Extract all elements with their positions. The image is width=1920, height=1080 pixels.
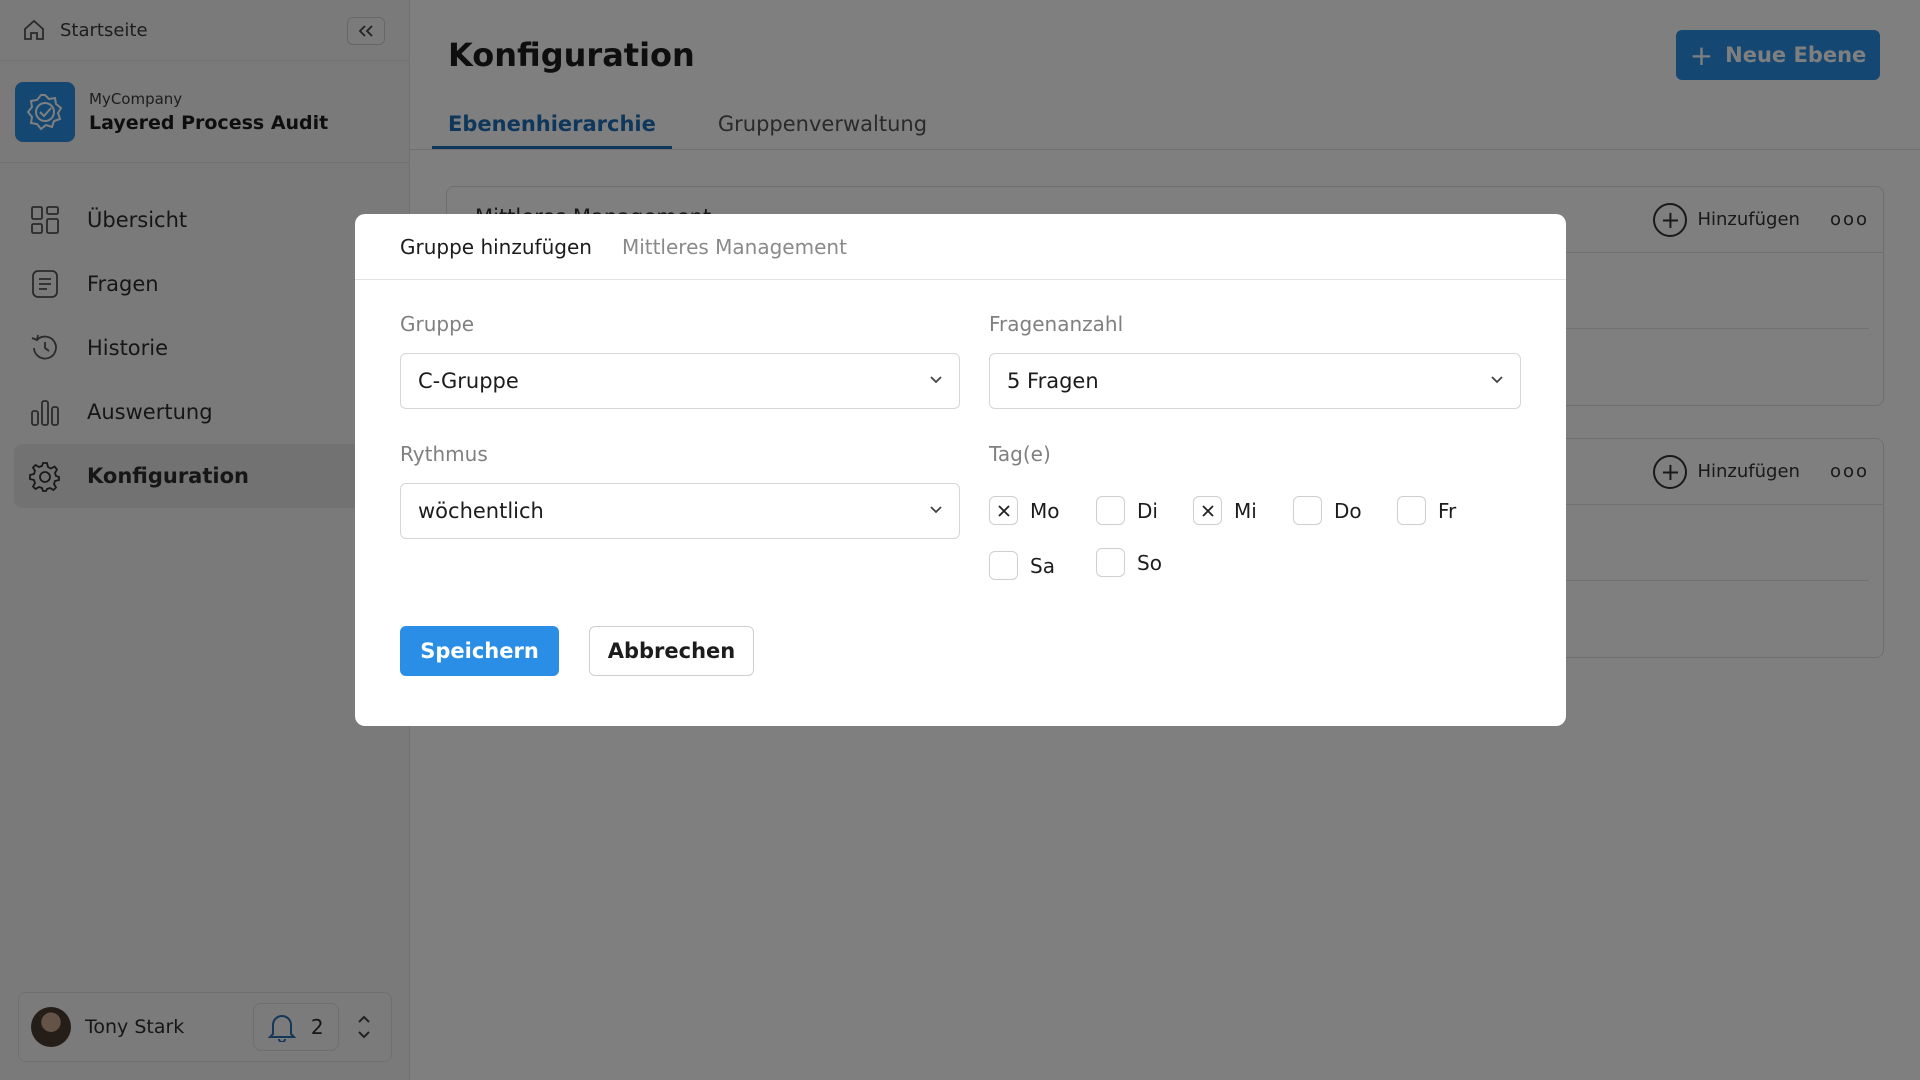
day-checkbox-di[interactable]: Di [1096,496,1158,525]
chevron-down-icon [930,376,942,384]
x-check-icon [1201,504,1214,517]
day-checkbox-do[interactable]: Do [1293,496,1362,525]
question-count-select[interactable]: 5 Fragen [989,353,1521,409]
checkbox[interactable] [1096,496,1125,525]
rhythm-select[interactable]: wöchentlich [400,483,960,539]
dialog-title: Gruppe hinzufügen [400,234,592,259]
day-label: Fr [1438,498,1457,523]
day-label: Mi [1234,498,1257,523]
checkbox[interactable] [1397,496,1426,525]
chevron-down-icon [1491,376,1503,384]
checkbox[interactable] [1193,496,1222,525]
dialog-header: Gruppe hinzufügen Mittleres Management [355,214,1566,280]
day-label: Sa [1030,553,1055,578]
day-label: Do [1334,498,1362,523]
question-count-value: 5 Fragen [1007,369,1099,393]
x-check-icon [997,504,1010,517]
rhythm-value: wöchentlich [418,499,544,523]
group-label: Gruppe [400,312,475,336]
chevron-down-icon [930,506,942,514]
question-count-label: Fragenanzahl [989,312,1124,336]
checkbox[interactable] [1096,548,1125,577]
save-button[interactable]: Speichern [400,626,559,676]
day-checkbox-fr[interactable]: Fr [1397,496,1456,525]
group-select[interactable]: C-Gruppe [400,353,960,409]
checkbox[interactable] [989,551,1018,580]
add-group-dialog: Gruppe hinzufügen Mittleres Management G… [355,214,1566,726]
day-label: So [1137,550,1162,575]
checkbox[interactable] [1293,496,1322,525]
cancel-button[interactable]: Abbrechen [589,626,754,676]
day-checkbox-sa[interactable]: Sa [989,551,1055,580]
day-checkbox-mi[interactable]: Mi [1193,496,1257,525]
day-label: Mo [1030,498,1060,523]
dialog-subtitle: Mittleres Management [621,234,847,259]
day-checkbox-so[interactable]: So [1096,548,1162,577]
day-checkbox-mo[interactable]: Mo [989,496,1060,525]
group-value: C-Gruppe [418,369,519,393]
days-label: Tag(e) [989,442,1051,466]
rhythm-label: Rythmus [400,442,488,466]
checkbox[interactable] [989,496,1018,525]
day-label: Di [1137,498,1158,523]
